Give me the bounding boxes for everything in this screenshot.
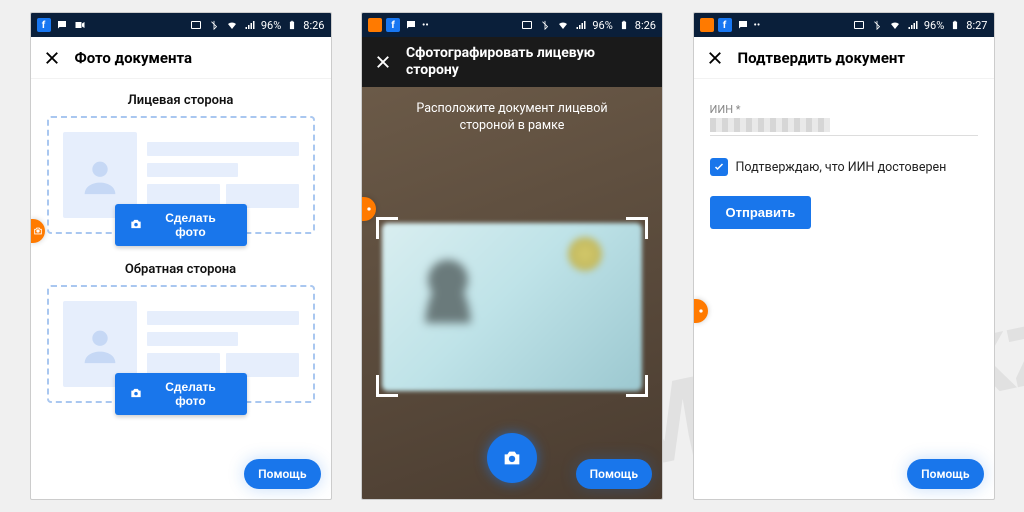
page-title: Сфотографировать лицевую сторону xyxy=(406,45,650,79)
clock-text: 8:26 xyxy=(635,19,656,32)
front-side-dropzone: Сделать фото xyxy=(47,116,315,234)
confirm-checkbox-label: Подтверждаю, что ИИН достоверен xyxy=(736,160,947,175)
clock-text: 8:27 xyxy=(966,19,987,32)
battery-text: 96% xyxy=(592,19,612,32)
screen-confirm: f •• 96% 8:27 Подтвердить документ ИИН * xyxy=(693,12,995,500)
side-camera-tab[interactable] xyxy=(362,197,376,221)
screen-capture: f •• 96% 8:26 Сфотографировать лицевую с… xyxy=(361,12,663,500)
camera-hint-text: Расположите документ лицевой стороной в … xyxy=(390,101,634,135)
video-icon xyxy=(73,18,87,32)
doc-lines-placeholder xyxy=(147,142,299,208)
wifi-icon xyxy=(556,18,570,32)
help-button[interactable]: Помощь xyxy=(576,459,652,489)
iin-field[interactable] xyxy=(710,116,978,136)
camera-icon xyxy=(129,386,143,403)
battery-icon xyxy=(948,18,962,32)
cast-icon xyxy=(852,18,866,32)
page-header: Сфотографировать лицевую сторону xyxy=(362,37,662,87)
back-side-dropzone: Сделать фото xyxy=(47,285,315,403)
wifi-icon xyxy=(225,18,239,32)
page-header: Фото документа xyxy=(31,37,331,79)
side-camera-tab[interactable] xyxy=(31,219,45,243)
bluetooth-icon xyxy=(207,18,221,32)
help-button[interactable]: Помощь xyxy=(907,459,983,489)
app-icon xyxy=(368,18,382,32)
bluetooth-icon xyxy=(538,18,552,32)
take-photo-label: Сделать фото xyxy=(149,211,233,239)
facebook-icon: f xyxy=(386,18,400,32)
battery-text: 96% xyxy=(261,19,281,32)
close-icon[interactable] xyxy=(43,49,61,67)
signal-icon xyxy=(243,18,257,32)
confirm-checkbox-row[interactable]: Подтверждаю, что ИИН достоверен xyxy=(710,158,978,176)
battery-icon xyxy=(617,18,631,32)
battery-icon xyxy=(285,18,299,32)
screen-photo-document: f 96% 8:26 Фото документа Лицевая с xyxy=(30,12,332,500)
checkbox-checked-icon[interactable] xyxy=(710,158,728,176)
more-icon: •• xyxy=(422,20,429,31)
battery-text: 96% xyxy=(924,19,944,32)
submit-button[interactable]: Отправить xyxy=(710,196,812,229)
shutter-button[interactable] xyxy=(487,433,537,483)
camera-icon xyxy=(129,217,143,234)
id-card-preview xyxy=(382,223,642,391)
camera-viewfinder: Расположите документ лицевой стороной в … xyxy=(362,87,662,499)
back-side-label: Обратная сторона xyxy=(47,262,315,277)
take-photo-front-button[interactable]: Сделать фото xyxy=(115,204,247,246)
status-bar: f •• 96% 8:26 xyxy=(362,13,662,37)
screen1-content: Лицевая сторона Сделать фото Обратная ст… xyxy=(31,79,331,499)
signal-icon xyxy=(574,18,588,32)
chat-icon xyxy=(404,18,418,32)
take-photo-label: Сделать фото xyxy=(149,380,233,408)
close-icon[interactable] xyxy=(706,49,724,67)
close-icon[interactable] xyxy=(374,53,392,71)
page-title: Фото документа xyxy=(75,49,193,67)
status-bar: f 96% 8:26 xyxy=(31,13,331,37)
iin-field-label: ИИН * xyxy=(710,103,978,116)
app-icon xyxy=(700,18,714,32)
facebook-icon: f xyxy=(37,18,51,32)
screen3-content: ИИН * Подтверждаю, что ИИН достоверен От… xyxy=(694,79,994,499)
take-photo-back-button[interactable]: Сделать фото xyxy=(115,373,247,415)
doc-lines-placeholder xyxy=(147,311,299,377)
status-bar: f •• 96% 8:27 xyxy=(694,13,994,37)
page-header: Подтвердить документ xyxy=(694,37,994,79)
bluetooth-icon xyxy=(870,18,884,32)
help-button[interactable]: Помощь xyxy=(244,459,320,489)
front-side-label: Лицевая сторона xyxy=(47,93,315,108)
chat-icon xyxy=(736,18,750,32)
chat-icon xyxy=(55,18,69,32)
clock-text: 8:26 xyxy=(303,19,324,32)
capture-frame xyxy=(376,217,648,397)
side-camera-tab[interactable] xyxy=(694,299,708,323)
wifi-icon xyxy=(888,18,902,32)
cast-icon xyxy=(189,18,203,32)
signal-icon xyxy=(906,18,920,32)
page-title: Подтвердить документ xyxy=(738,49,906,67)
facebook-icon: f xyxy=(718,18,732,32)
cast-icon xyxy=(520,18,534,32)
more-icon: •• xyxy=(754,20,761,31)
